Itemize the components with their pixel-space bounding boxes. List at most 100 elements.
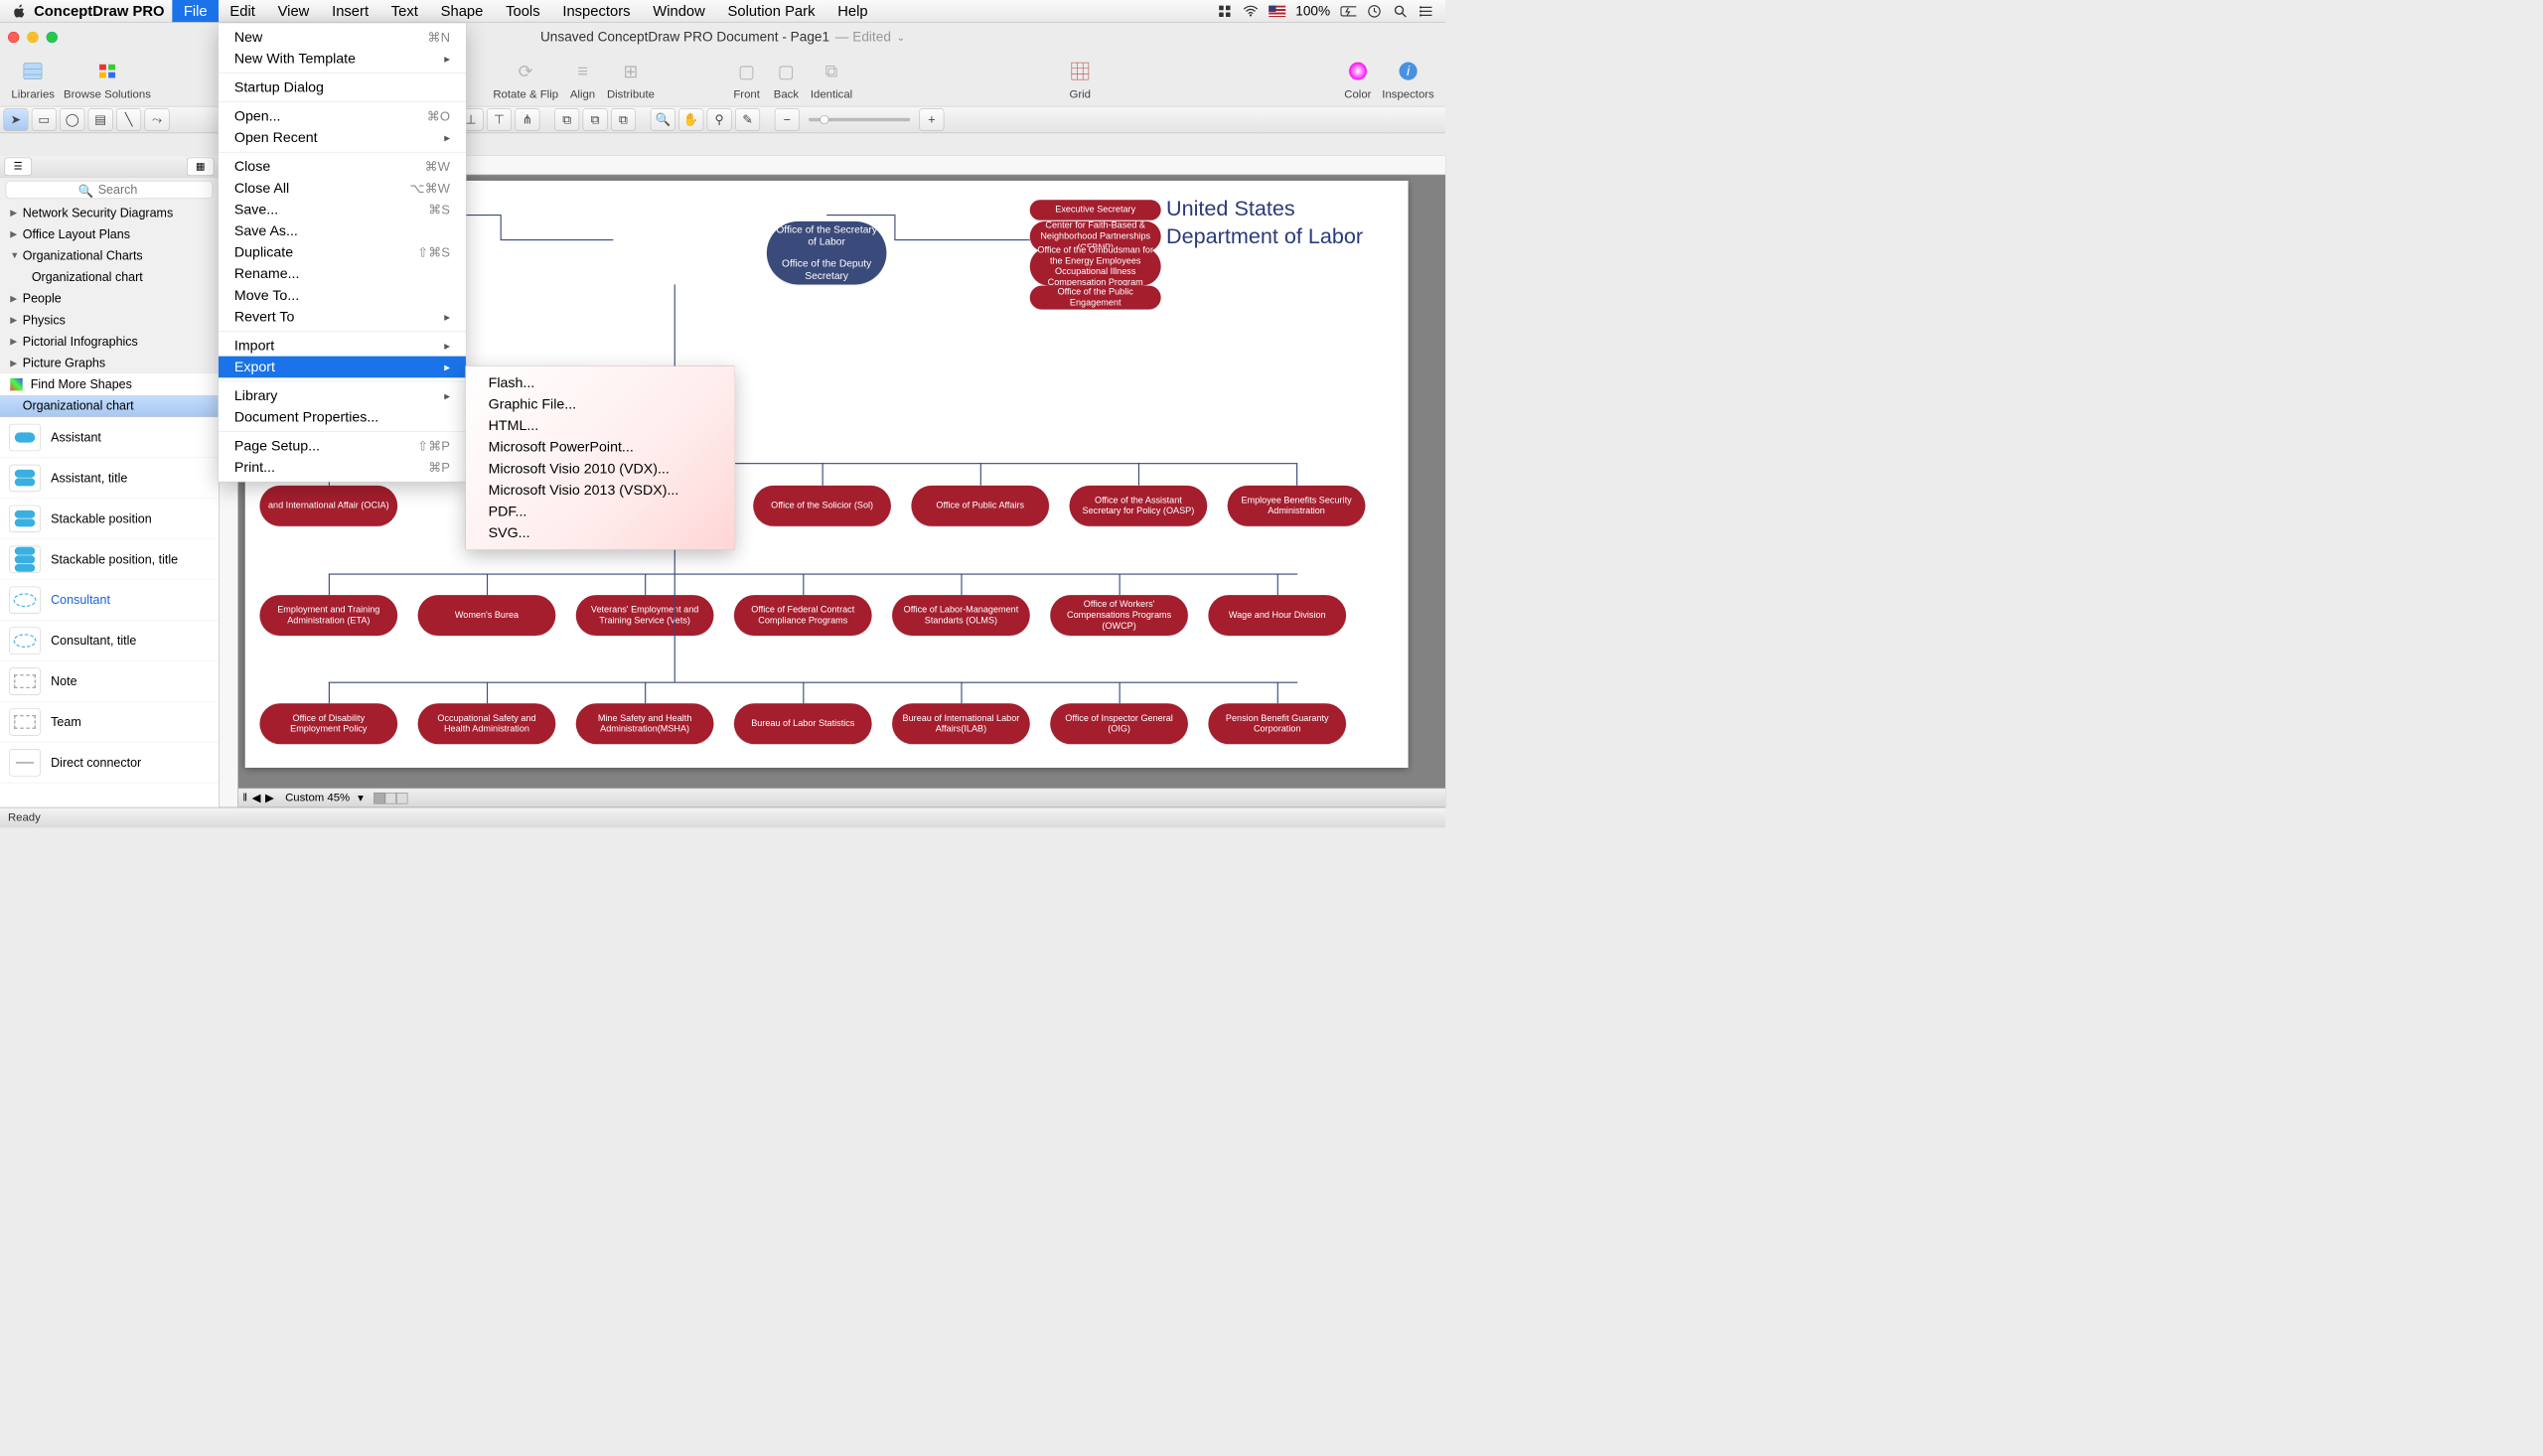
- distribute-icon[interactable]: ⊞: [616, 56, 647, 86]
- toolbar-rotate-flip[interactable]: ⟳ Rotate & Flip: [489, 55, 563, 100]
- org-node[interactable]: Bureau of Labor Statistics: [734, 703, 872, 744]
- org-node[interactable]: Occupational Safety and Health Administr…: [418, 703, 556, 744]
- export-menu-item[interactable]: Flash...: [466, 372, 735, 394]
- libraries-icon[interactable]: [18, 56, 49, 86]
- menu-item[interactable]: Open Recent: [219, 127, 466, 149]
- minimize-window-button[interactable]: [27, 32, 38, 43]
- menu-help[interactable]: Help: [826, 0, 879, 22]
- zoom-display[interactable]: Custom 45%: [285, 792, 350, 804]
- rotate-flip-icon[interactable]: ⟳: [511, 56, 541, 86]
- org-node[interactable]: Office of Federal Contract Compliance Pr…: [734, 595, 872, 636]
- menu-item[interactable]: Page Setup...⇧⌘P: [219, 435, 466, 457]
- org-node[interactable]: and International Affair (OCIA): [259, 486, 397, 526]
- toolbar-identical[interactable]: ⧉Identical: [806, 55, 856, 100]
- shape-item[interactable]: Assistant: [0, 417, 219, 458]
- shape-item[interactable]: Consultant: [0, 580, 219, 621]
- shape-item[interactable]: Team: [0, 702, 219, 743]
- export-menu-item[interactable]: Microsoft Visio 2010 (VDX)...: [466, 458, 735, 480]
- tree-item-child[interactable]: Organizational chart: [0, 266, 219, 288]
- page-tab[interactable]: [384, 793, 395, 803]
- menu-item[interactable]: Close⌘W: [219, 156, 466, 178]
- org-node[interactable]: Women's Burea: [418, 595, 556, 636]
- align-icon[interactable]: ≡: [567, 56, 598, 86]
- org-node[interactable]: Wage and Hour Division: [1208, 595, 1346, 636]
- menu-item[interactable]: Revert To: [219, 306, 466, 328]
- tree-item[interactable]: ▶Network Security Diagrams: [0, 202, 219, 223]
- wifi-icon[interactable]: [1243, 3, 1259, 19]
- org-node-root[interactable]: Office of the Secretary of LaborOffice o…: [767, 221, 887, 285]
- toolbar-align[interactable]: ≡Align: [563, 55, 603, 100]
- org-node[interactable]: Veterans' Employment and Training Servic…: [576, 595, 714, 636]
- inspectors-icon[interactable]: i: [1393, 56, 1423, 86]
- line-tool[interactable]: ╲: [116, 108, 141, 131]
- tree-item[interactable]: ▼Organizational Charts: [0, 245, 219, 267]
- back-icon[interactable]: ▢: [771, 56, 802, 86]
- chain-tool-3[interactable]: ⧉: [611, 108, 636, 131]
- title-chevron-icon[interactable]: ⌄: [897, 32, 906, 44]
- text-tool[interactable]: ▤: [88, 108, 113, 131]
- toolbar-front[interactable]: ▢Front: [727, 55, 767, 100]
- org-node[interactable]: Office of Workers' Compensations Program…: [1050, 595, 1188, 636]
- page-tab[interactable]: [374, 793, 384, 803]
- shape-item[interactable]: Note: [0, 661, 219, 702]
- zoom-tool[interactable]: 🔍: [651, 108, 675, 131]
- ellipse-tool[interactable]: ◯: [60, 108, 84, 131]
- menu-file[interactable]: File: [172, 0, 219, 22]
- menu-item[interactable]: Document Properties...: [219, 406, 466, 428]
- zoom-slider[interactable]: [809, 118, 910, 121]
- chain-tool-2[interactable]: ⧉: [583, 108, 608, 131]
- tree-item[interactable]: ▶Pictorial Infographics: [0, 331, 219, 353]
- clock-icon[interactable]: [1367, 3, 1383, 19]
- menu-item[interactable]: Library: [219, 385, 466, 407]
- menu-item[interactable]: Save...⌘S: [219, 199, 466, 220]
- menu-inspectors[interactable]: Inspectors: [551, 0, 642, 22]
- menu-item[interactable]: Duplicate⇧⌘S: [219, 241, 466, 263]
- export-menu-item[interactable]: Microsoft PowerPoint...: [466, 436, 735, 458]
- tree-item[interactable]: ▶Office Layout Plans: [0, 223, 219, 245]
- toolbar-libraries[interactable]: Libraries: [7, 55, 60, 100]
- shape-item[interactable]: Assistant, title: [0, 458, 219, 499]
- menu-item[interactable]: Close All⌥⌘W: [219, 177, 466, 199]
- org-node[interactable]: Office of Public Affairs: [911, 486, 1049, 526]
- zoom-out-button[interactable]: −: [775, 108, 800, 131]
- org-node[interactable]: Employee Benefits Security Administratio…: [1228, 486, 1366, 526]
- spotlight-icon[interactable]: [1393, 3, 1409, 19]
- browse-solutions-icon[interactable]: [92, 56, 123, 86]
- flag-icon[interactable]: [1269, 5, 1285, 16]
- org-node[interactable]: Office of Labor-Management Standarts (OL…: [892, 595, 1030, 636]
- toolbar-color[interactable]: Color: [1338, 55, 1378, 100]
- shape-item[interactable]: Consultant, title: [0, 621, 219, 661]
- page-tab[interactable]: [396, 793, 407, 803]
- front-icon[interactable]: ▢: [731, 56, 762, 86]
- org-node[interactable]: Pension Benefit Guaranty Corporation: [1208, 703, 1346, 744]
- export-menu-item[interactable]: PDF...: [466, 501, 735, 522]
- menu-item[interactable]: Export: [219, 357, 466, 378]
- menu-item[interactable]: Startup Dialog: [219, 76, 466, 98]
- sidebar-view-toggle[interactable]: ☰: [5, 157, 32, 175]
- toolbar-distribute[interactable]: ⊞Distribute: [602, 55, 659, 100]
- menu-item[interactable]: Open...⌘O: [219, 105, 466, 127]
- org-node[interactable]: Employment and Training Administration (…: [259, 595, 397, 636]
- menu-item[interactable]: Move To...: [219, 284, 466, 306]
- pencil-tool[interactable]: ✎: [735, 108, 760, 131]
- toolbar-grid[interactable]: Grid: [1060, 55, 1100, 100]
- rect-tool[interactable]: ▭: [32, 108, 57, 131]
- org-node[interactable]: Office of Disability Employment Policy: [259, 703, 397, 744]
- zoom-window-button[interactable]: [47, 32, 58, 43]
- org-node[interactable]: Office of Inspector General (OIG): [1050, 703, 1188, 744]
- menu-solutionpark[interactable]: Solution Park: [716, 0, 826, 22]
- menu-item[interactable]: Print...⌘P: [219, 457, 466, 479]
- active-library-tab[interactable]: Organizational chart: [0, 395, 219, 417]
- library-search-input[interactable]: [6, 181, 214, 199]
- menu-window[interactable]: Window: [642, 0, 716, 22]
- org-node[interactable]: Office of the Assistant Secretary for Po…: [1070, 486, 1208, 526]
- scroll-stop-icon[interactable]: ‖: [242, 792, 247, 804]
- shape-item[interactable]: Stackable position: [0, 499, 219, 539]
- menu-view[interactable]: View: [266, 0, 321, 22]
- sidebar-grid-toggle[interactable]: ▦: [187, 157, 214, 175]
- tree-tool-2[interactable]: ⊤: [487, 108, 512, 131]
- menu-item[interactable]: Save As...: [219, 220, 466, 242]
- battery-icon[interactable]: [1340, 3, 1356, 19]
- chain-tool-1[interactable]: ⧉: [554, 108, 579, 131]
- tree-item[interactable]: ▶Picture Graphs: [0, 353, 219, 374]
